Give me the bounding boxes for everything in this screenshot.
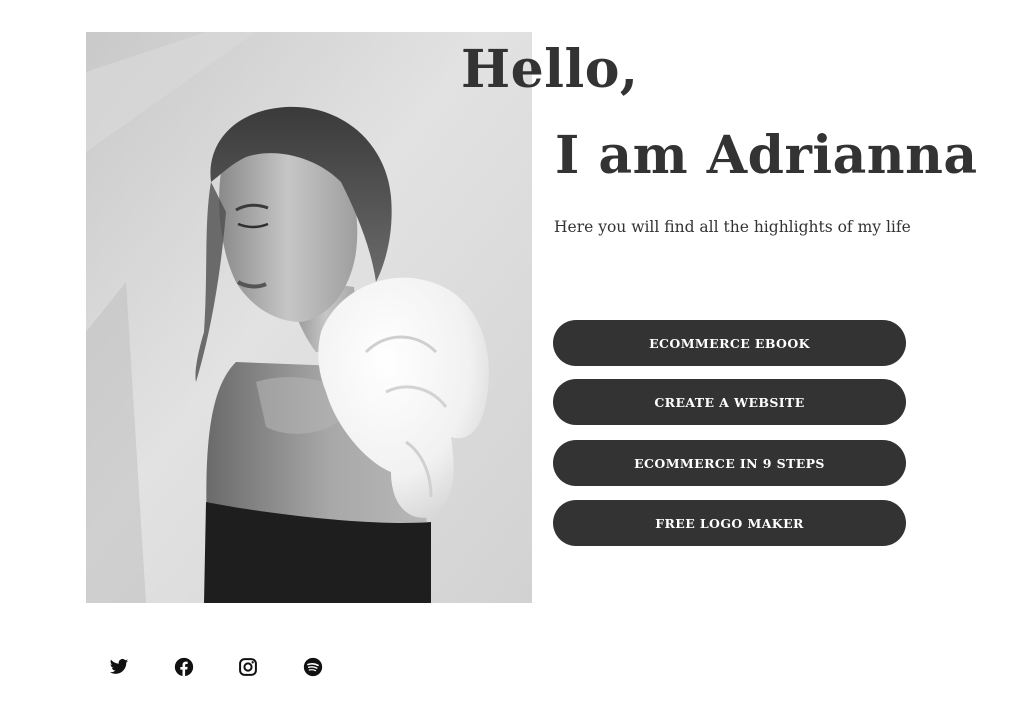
link-list: ECOMMERCE EBOOK CREATE A WEBSITE ECOMMER…: [553, 320, 906, 546]
greeting-heading: Hello,: [461, 39, 639, 100]
facebook-icon[interactable]: [173, 656, 195, 678]
link-button-create-website[interactable]: CREATE A WEBSITE: [553, 379, 906, 425]
tagline-text: Here you will find all the highlights of…: [554, 218, 911, 236]
instagram-icon[interactable]: [237, 656, 259, 678]
profile-photo: [86, 32, 532, 603]
spotify-icon[interactable]: [302, 656, 324, 678]
link-button-ecommerce-9-steps[interactable]: ECOMMERCE IN 9 STEPS: [553, 440, 906, 486]
twitter-icon[interactable]: [108, 656, 130, 678]
link-button-free-logo-maker[interactable]: FREE LOGO MAKER: [553, 500, 906, 546]
name-heading: I am Adrianna: [555, 125, 978, 186]
link-button-ecommerce-ebook[interactable]: ECOMMERCE EBOOK: [553, 320, 906, 366]
